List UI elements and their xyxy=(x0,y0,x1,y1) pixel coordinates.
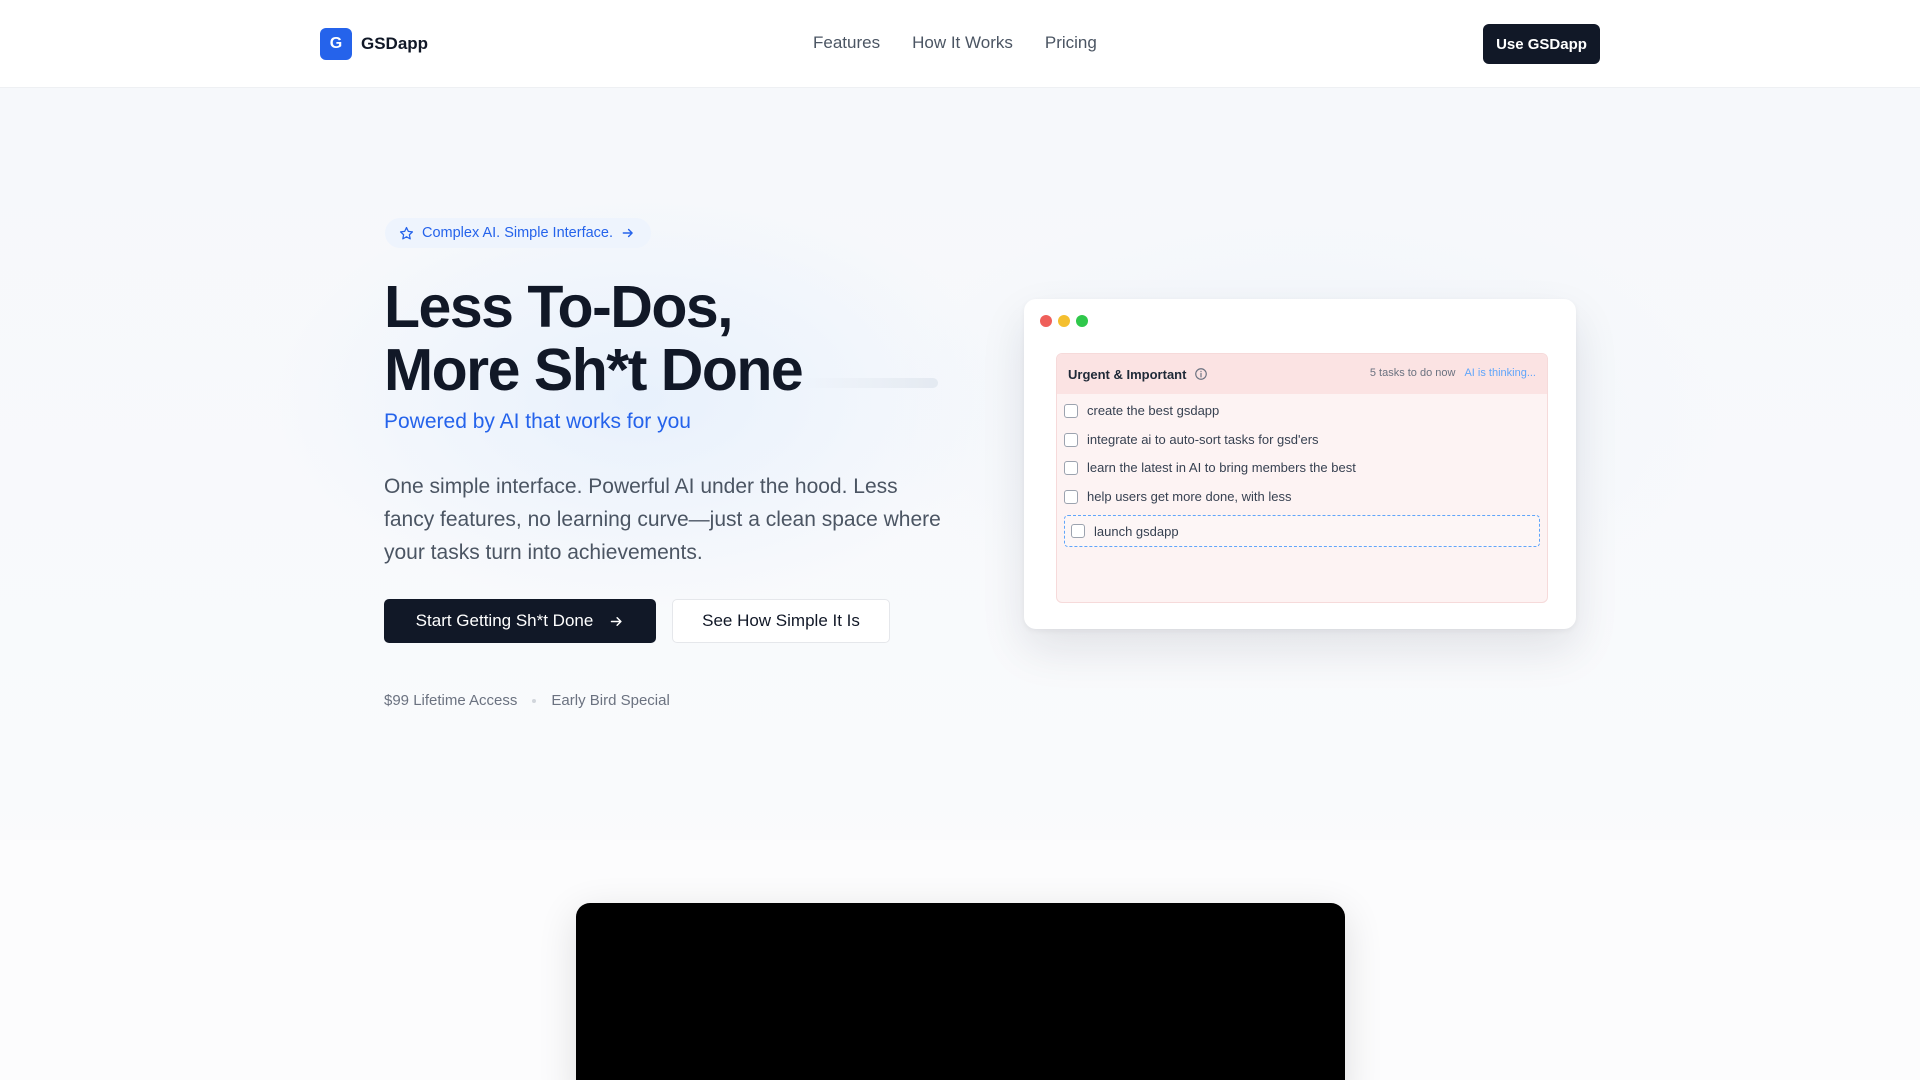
panel-title: Urgent & Important xyxy=(1068,366,1187,382)
task-label: integrate ai to auto-sort tasks for gsd'… xyxy=(1087,432,1319,447)
nav-link-pricing[interactable]: Pricing xyxy=(1045,33,1097,53)
arrow-right-icon xyxy=(622,228,633,238)
top-nav: G GSDapp Features How It Works Pricing U… xyxy=(0,0,1920,88)
logo[interactable]: G GSDapp xyxy=(320,28,428,60)
task-item[interactable]: learn the latest in AI to bring members … xyxy=(1064,460,1356,475)
hero-headline: Less To-Dos, More Sh*t Done xyxy=(384,274,804,403)
task-checkbox[interactable] xyxy=(1064,460,1078,475)
panel-header: Urgent & Important 5 tasks to do now AI … xyxy=(1057,354,1547,394)
task-count: 5 tasks to do now xyxy=(1369,367,1456,379)
use-gsdapp-button[interactable]: Use GSDapp xyxy=(1483,24,1600,64)
dot-separator xyxy=(532,698,537,703)
nav-link-features[interactable]: Features xyxy=(813,33,880,53)
task-item[interactable]: create the best gsdapp xyxy=(1064,403,1219,418)
info-icon[interactable] xyxy=(1194,367,1208,381)
hero-badge[interactable]: Complex AI. Simple Interface. xyxy=(385,218,651,248)
demo-video-player[interactable] xyxy=(576,903,1345,1080)
headline-decoration xyxy=(800,378,938,388)
lifetime-price: $99 Lifetime Access xyxy=(384,692,518,709)
window-controls xyxy=(1040,315,1088,327)
task-label: create the best gsdapp xyxy=(1087,403,1220,418)
nav-link-how-it-works[interactable]: How It Works xyxy=(912,33,1013,53)
task-checkbox[interactable] xyxy=(1064,403,1078,418)
task-label: learn the latest in AI to bring members … xyxy=(1087,460,1356,475)
headline-line-2: More Sh*t Done xyxy=(384,337,804,403)
task-item[interactable]: integrate ai to auto-sort tasks for gsd'… xyxy=(1064,432,1319,447)
task-item[interactable]: help users get more done, with less xyxy=(1064,489,1292,504)
headline-line-1: Less To-Dos, xyxy=(384,274,734,340)
early-bird-label: Early Bird Special xyxy=(551,692,670,709)
see-how-simple-button[interactable]: See How Simple It Is xyxy=(672,599,890,643)
start-getting-done-button[interactable]: Start Getting Sh*t Done xyxy=(384,599,656,643)
pricing-note: $99 Lifetime Access Early Bird Special xyxy=(384,692,670,709)
task-label: launch gsdapp xyxy=(1094,523,1179,539)
arrow-right-icon xyxy=(611,616,622,626)
ai-status: AI is thinking... xyxy=(1464,367,1536,379)
minimize-dot xyxy=(1058,315,1070,327)
brand-name: GSDapp xyxy=(361,34,429,53)
maximize-dot xyxy=(1076,315,1088,327)
hero-subheading: Powered by AI that works for you xyxy=(384,410,691,433)
hero-description: One simple interface. Powerful AI under … xyxy=(384,475,941,564)
logo-mark: G xyxy=(320,28,352,60)
task-checkbox[interactable] xyxy=(1064,432,1078,447)
see-how-button-label: See How Simple It Is xyxy=(702,611,860,630)
urgent-important-panel: Urgent & Important 5 tasks to do now AI … xyxy=(1056,353,1548,603)
new-task-item[interactable]: launch gsdapp xyxy=(1064,515,1540,547)
panel-meta: 5 tasks to do now AI is thinking... xyxy=(1370,367,1536,379)
task-checkbox[interactable] xyxy=(1071,524,1085,538)
nav-links: Features How It Works Pricing xyxy=(813,33,1097,53)
hero-badge-text: Complex AI. Simple Interface. xyxy=(422,225,613,241)
star-icon xyxy=(399,226,414,239)
task-label: help users get more done, with less xyxy=(1087,489,1292,504)
start-button-label: Start Getting Sh*t Done xyxy=(415,611,594,630)
close-dot xyxy=(1040,315,1052,327)
task-checkbox[interactable] xyxy=(1064,489,1078,504)
app-preview-window: Urgent & Important 5 tasks to do now AI … xyxy=(1024,299,1576,629)
